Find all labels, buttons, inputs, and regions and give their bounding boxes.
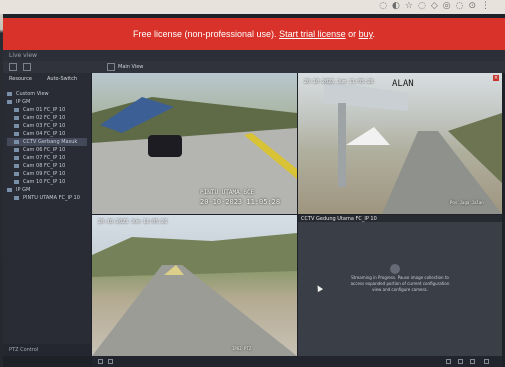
tile-4-camera-label: CCTV Gedung Utama FC_IP 10 [301, 216, 377, 222]
camera-icon [14, 155, 19, 160]
snapshot-icon[interactable] [446, 359, 451, 364]
camera-icon [14, 115, 19, 120]
main-view-tab[interactable]: Main View [118, 64, 143, 70]
tree-item-label: Cam 04 FC_IP 10 [23, 131, 66, 137]
mouse-cursor [314, 283, 324, 293]
playback-bottom-bar [92, 356, 502, 367]
tree-item-label: Cam 10 FC_IP 10 [23, 179, 66, 185]
tree-item-label: Cam 03 FC_IP 10 [23, 123, 66, 129]
tab-auto-switch[interactable]: Auto-Switch [47, 76, 77, 82]
tent [346, 127, 390, 145]
resource-sidebar: Resource Auto-Switch Custom View IP GM Cam… [3, 73, 91, 356]
tree-item-label: Cam 09 FC_IP 10 [23, 171, 66, 177]
camera-3-time-osd: 20-10-2023 Jum 11:05:26 [98, 219, 168, 225]
stream-status-message: Streaming in Progress. Pause image colle… [350, 275, 450, 292]
tree-item-label: Cam 01 FC_IP 10 [23, 107, 66, 113]
camera-icon [14, 147, 19, 152]
tree-item[interactable]: Cam 01 FC_IP 10 [7, 106, 87, 114]
tree-item[interactable]: Cam 09 FC_IP 10 [7, 170, 87, 178]
tree-item[interactable]: Cam 10 FC_IP 10 [7, 178, 87, 186]
banner-or-text: or [348, 29, 357, 39]
video-tile-3[interactable]: 20-10-2023 Jum 11:05:26 IP62 PTZ [92, 215, 297, 356]
ptz-control-label: PTZ Control [9, 347, 39, 353]
camera-1-scene [92, 97, 297, 214]
folder-icon [7, 99, 12, 104]
camera-2-scene [324, 81, 502, 214]
tree-item-label: IP GM [16, 187, 31, 193]
tree-item[interactable]: PINTU UTAMA FC_IP 10 [7, 194, 87, 202]
window-titlebar: Live view [3, 50, 505, 61]
tree-item-label: Custom View [16, 91, 49, 97]
close-icon[interactable]: × [493, 75, 499, 81]
monitor-screen: Free license (non-professional use). Sta… [3, 14, 505, 367]
ptz-control-bar[interactable]: PTZ Control [3, 344, 91, 356]
tree-item[interactable]: Cam 03 FC_IP 10 [7, 122, 87, 130]
camera-icon [14, 171, 19, 176]
tile-4-header: CCTV Gedung Utama FC_IP 10 [298, 215, 502, 222]
tree-item-label: IP GM [16, 99, 31, 105]
camera-2-time-osd: 20-10-2023 Jum 11:05:28 [304, 79, 374, 85]
tree-item[interactable]: Custom View [7, 90, 87, 98]
tree-item-label: Cam 08 FC_IP 10 [23, 163, 66, 169]
license-banner: Free license (non-professional use). Sta… [3, 18, 505, 50]
gate-pillar [338, 103, 346, 187]
camera-icon [14, 131, 19, 136]
camera-icon [14, 195, 19, 200]
video-grid: PINTU UTAMA BCE 20-10-2023 11:05:28 20-1… [92, 73, 502, 356]
sidebar-tabs: Resource Auto-Switch [9, 76, 87, 85]
start-trial-link[interactable]: Start trial license [279, 29, 346, 39]
prev-icon[interactable] [98, 359, 103, 364]
tree-item[interactable]: Cam 07 FC_IP 10 [7, 154, 87, 162]
tree-item-label: Cam 07 FC_IP 10 [23, 155, 66, 161]
tree-item[interactable]: Cam 08 FC_IP 10 [7, 162, 87, 170]
live-view-toolbar: Main View [3, 61, 505, 73]
video-tile-1[interactable]: PINTU UTAMA BCE 20-10-2023 11:05:28 [92, 73, 297, 214]
camera-icon [14, 123, 19, 128]
tree-item-label: PINTU UTAMA FC_IP 10 [23, 195, 80, 201]
camera-1-name-osd: PINTU UTAMA BCE [200, 189, 255, 196]
tree-item[interactable]: IP GM [7, 186, 87, 194]
camera-2-name-osd: Pos Jaga Jalan [450, 200, 484, 205]
tree-item[interactable]: Cam 02 FC_IP 10 [7, 114, 87, 122]
tree-item-label: Cam 02 FC_IP 10 [23, 115, 66, 121]
fullscreen-icon[interactable] [470, 359, 475, 364]
license-text: Free license (non-professional use). [132, 29, 277, 39]
browser-toolbar-icons: ◌◐☆◌◇◎◌⊙⋮ [379, 1, 495, 11]
list-icon[interactable] [23, 63, 31, 71]
stop-all-icon[interactable] [108, 359, 113, 364]
tree-item-label: Cam 06 FC_IP 10 [23, 147, 66, 153]
camera-1-time-osd: 20-10-2023 11:05:28 [200, 198, 281, 206]
video-tile-2[interactable]: 20-10-2023 Jum 11:05:28 ALAN Pos Jaga Ja… [298, 73, 502, 214]
gate-sign-text: ALAN [392, 79, 414, 89]
tree-item-label: CCTV Gerbang Masuk [23, 139, 78, 145]
camera-icon [14, 179, 19, 184]
tree-line [92, 233, 297, 277]
camera-3-name-osd: IP62 PTZ [232, 346, 252, 351]
main-view-icon [107, 63, 115, 71]
camera-3-scene [92, 233, 297, 356]
tree-item[interactable]: Cam 06 FC_IP 10 [7, 146, 87, 154]
window-title: Live view [9, 52, 37, 59]
resource-tree: Custom View IP GM Cam 01 FC_IP 10 Cam 02 FC… [7, 90, 87, 202]
parked-car [148, 135, 182, 157]
folder-icon [7, 187, 12, 192]
layout-icon[interactable] [458, 359, 463, 364]
tree-item[interactable]: IP GM [7, 98, 87, 106]
camera-icon [14, 163, 19, 168]
settings-icon[interactable] [484, 359, 489, 364]
tree-item[interactable]: Cam 04 FC_IP 10 [7, 130, 87, 138]
buy-link[interactable]: buy [359, 29, 373, 39]
browser-top-strip: ◌◐☆◌◇◎◌⊙⋮ [0, 0, 505, 14]
camera-icon [14, 107, 19, 112]
warning-icon [390, 264, 400, 274]
video-tile-4[interactable]: CCTV Gedung Utama FC_IP 10 Streaming in … [298, 215, 502, 356]
camera-icon [14, 139, 19, 144]
tree-item[interactable]: CCTV Gerbang Masuk [7, 138, 87, 146]
road [92, 265, 297, 356]
folder-icon [7, 91, 12, 96]
layout-grid-icon[interactable] [9, 63, 17, 71]
tab-resource[interactable]: Resource [9, 76, 32, 82]
banner-period: . [372, 29, 376, 39]
